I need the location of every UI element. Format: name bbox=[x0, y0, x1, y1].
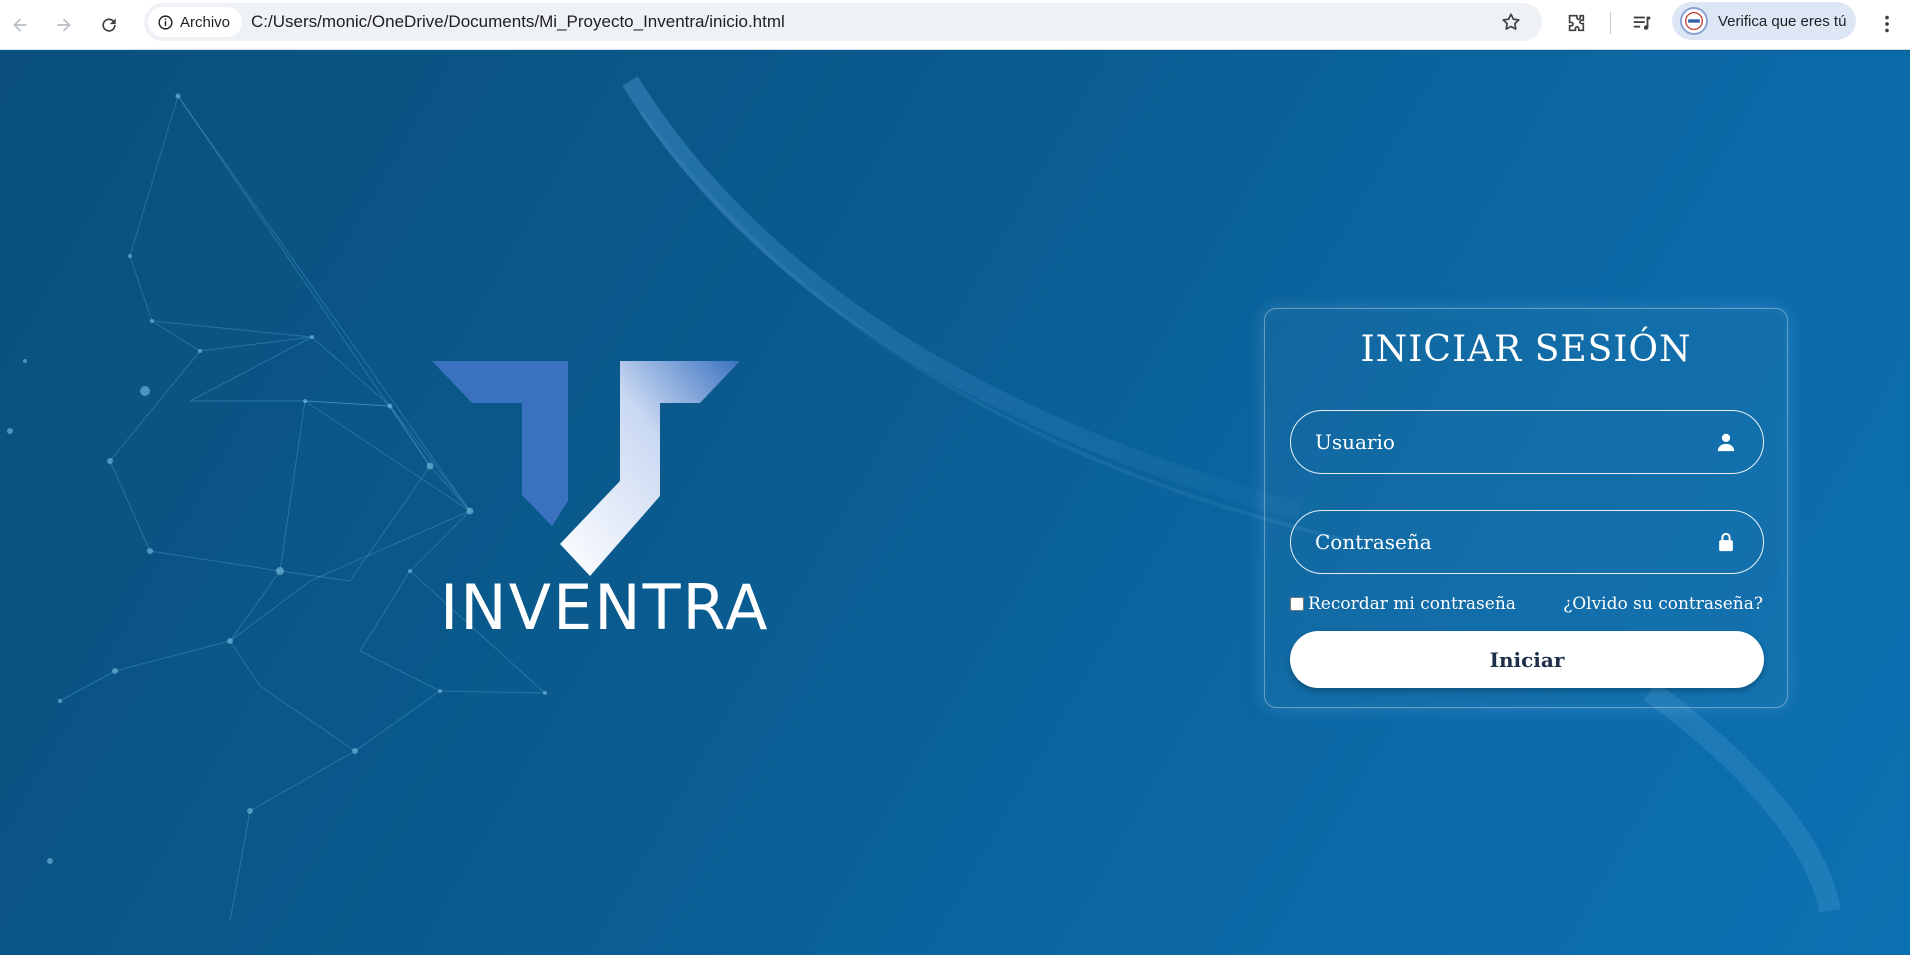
avatar bbox=[1680, 7, 1708, 35]
info-icon bbox=[158, 14, 173, 30]
username-input[interactable] bbox=[1315, 411, 1695, 473]
site-chip-label: Archivo bbox=[180, 13, 231, 31]
reload-button[interactable] bbox=[91, 7, 127, 43]
forgot-password-link[interactable]: ¿Olvido su contraseña? bbox=[1563, 594, 1763, 614]
media-control-icon bbox=[1633, 16, 1651, 30]
brand-wordmark: INVENTRA bbox=[440, 571, 770, 644]
extensions-button[interactable] bbox=[1558, 5, 1594, 41]
kebab-menu-icon bbox=[1885, 15, 1889, 33]
profile-logo-icon bbox=[1685, 12, 1703, 30]
login-page: INVENTRA INICIAR SESIÓN Recordar mi cont… bbox=[0, 51, 1910, 955]
remember-label: Recordar mi contraseña bbox=[1308, 594, 1516, 614]
user-icon bbox=[1717, 433, 1735, 452]
toolbar-divider bbox=[1610, 12, 1611, 34]
username-field[interactable] bbox=[1290, 410, 1764, 474]
browser-menu-button[interactable] bbox=[1870, 6, 1904, 42]
url-text[interactable]: C:/Users/monic/OneDrive/Documents/Mi_Pro… bbox=[251, 12, 785, 32]
back-icon bbox=[13, 18, 27, 32]
login-card: INICIAR SESIÓN Recordar mi contraseña ¿O… bbox=[1264, 308, 1788, 708]
inventra-logo-icon bbox=[432, 361, 740, 576]
password-field[interactable] bbox=[1290, 510, 1764, 574]
browser-toolbar: Archivo C:/Users/monic/OneDrive/Document… bbox=[0, 0, 1910, 50]
forward-icon bbox=[57, 18, 71, 32]
extensions-icon bbox=[1568, 14, 1585, 32]
media-control-button[interactable] bbox=[1624, 5, 1660, 41]
address-bar[interactable]: Archivo C:/Users/monic/OneDrive/Document… bbox=[144, 3, 1542, 41]
profile-button[interactable]: Verifica que eres tú bbox=[1672, 2, 1856, 40]
remember-checkbox[interactable] bbox=[1290, 597, 1304, 611]
forward-button[interactable] bbox=[46, 7, 82, 43]
star-icon bbox=[1502, 13, 1520, 30]
bookmark-button[interactable] bbox=[1496, 7, 1526, 37]
lock-icon bbox=[1719, 532, 1733, 552]
reload-icon bbox=[102, 18, 116, 32]
password-input[interactable] bbox=[1315, 511, 1695, 573]
back-button[interactable] bbox=[2, 7, 38, 43]
remember-password[interactable]: Recordar mi contraseña bbox=[1290, 594, 1516, 614]
profile-label: Verifica que eres tú bbox=[1718, 12, 1847, 30]
site-info-chip[interactable]: Archivo bbox=[148, 7, 242, 37]
login-title: INICIAR SESIÓN bbox=[1360, 329, 1692, 370]
login-submit-button[interactable]: Iniciar bbox=[1290, 631, 1764, 688]
